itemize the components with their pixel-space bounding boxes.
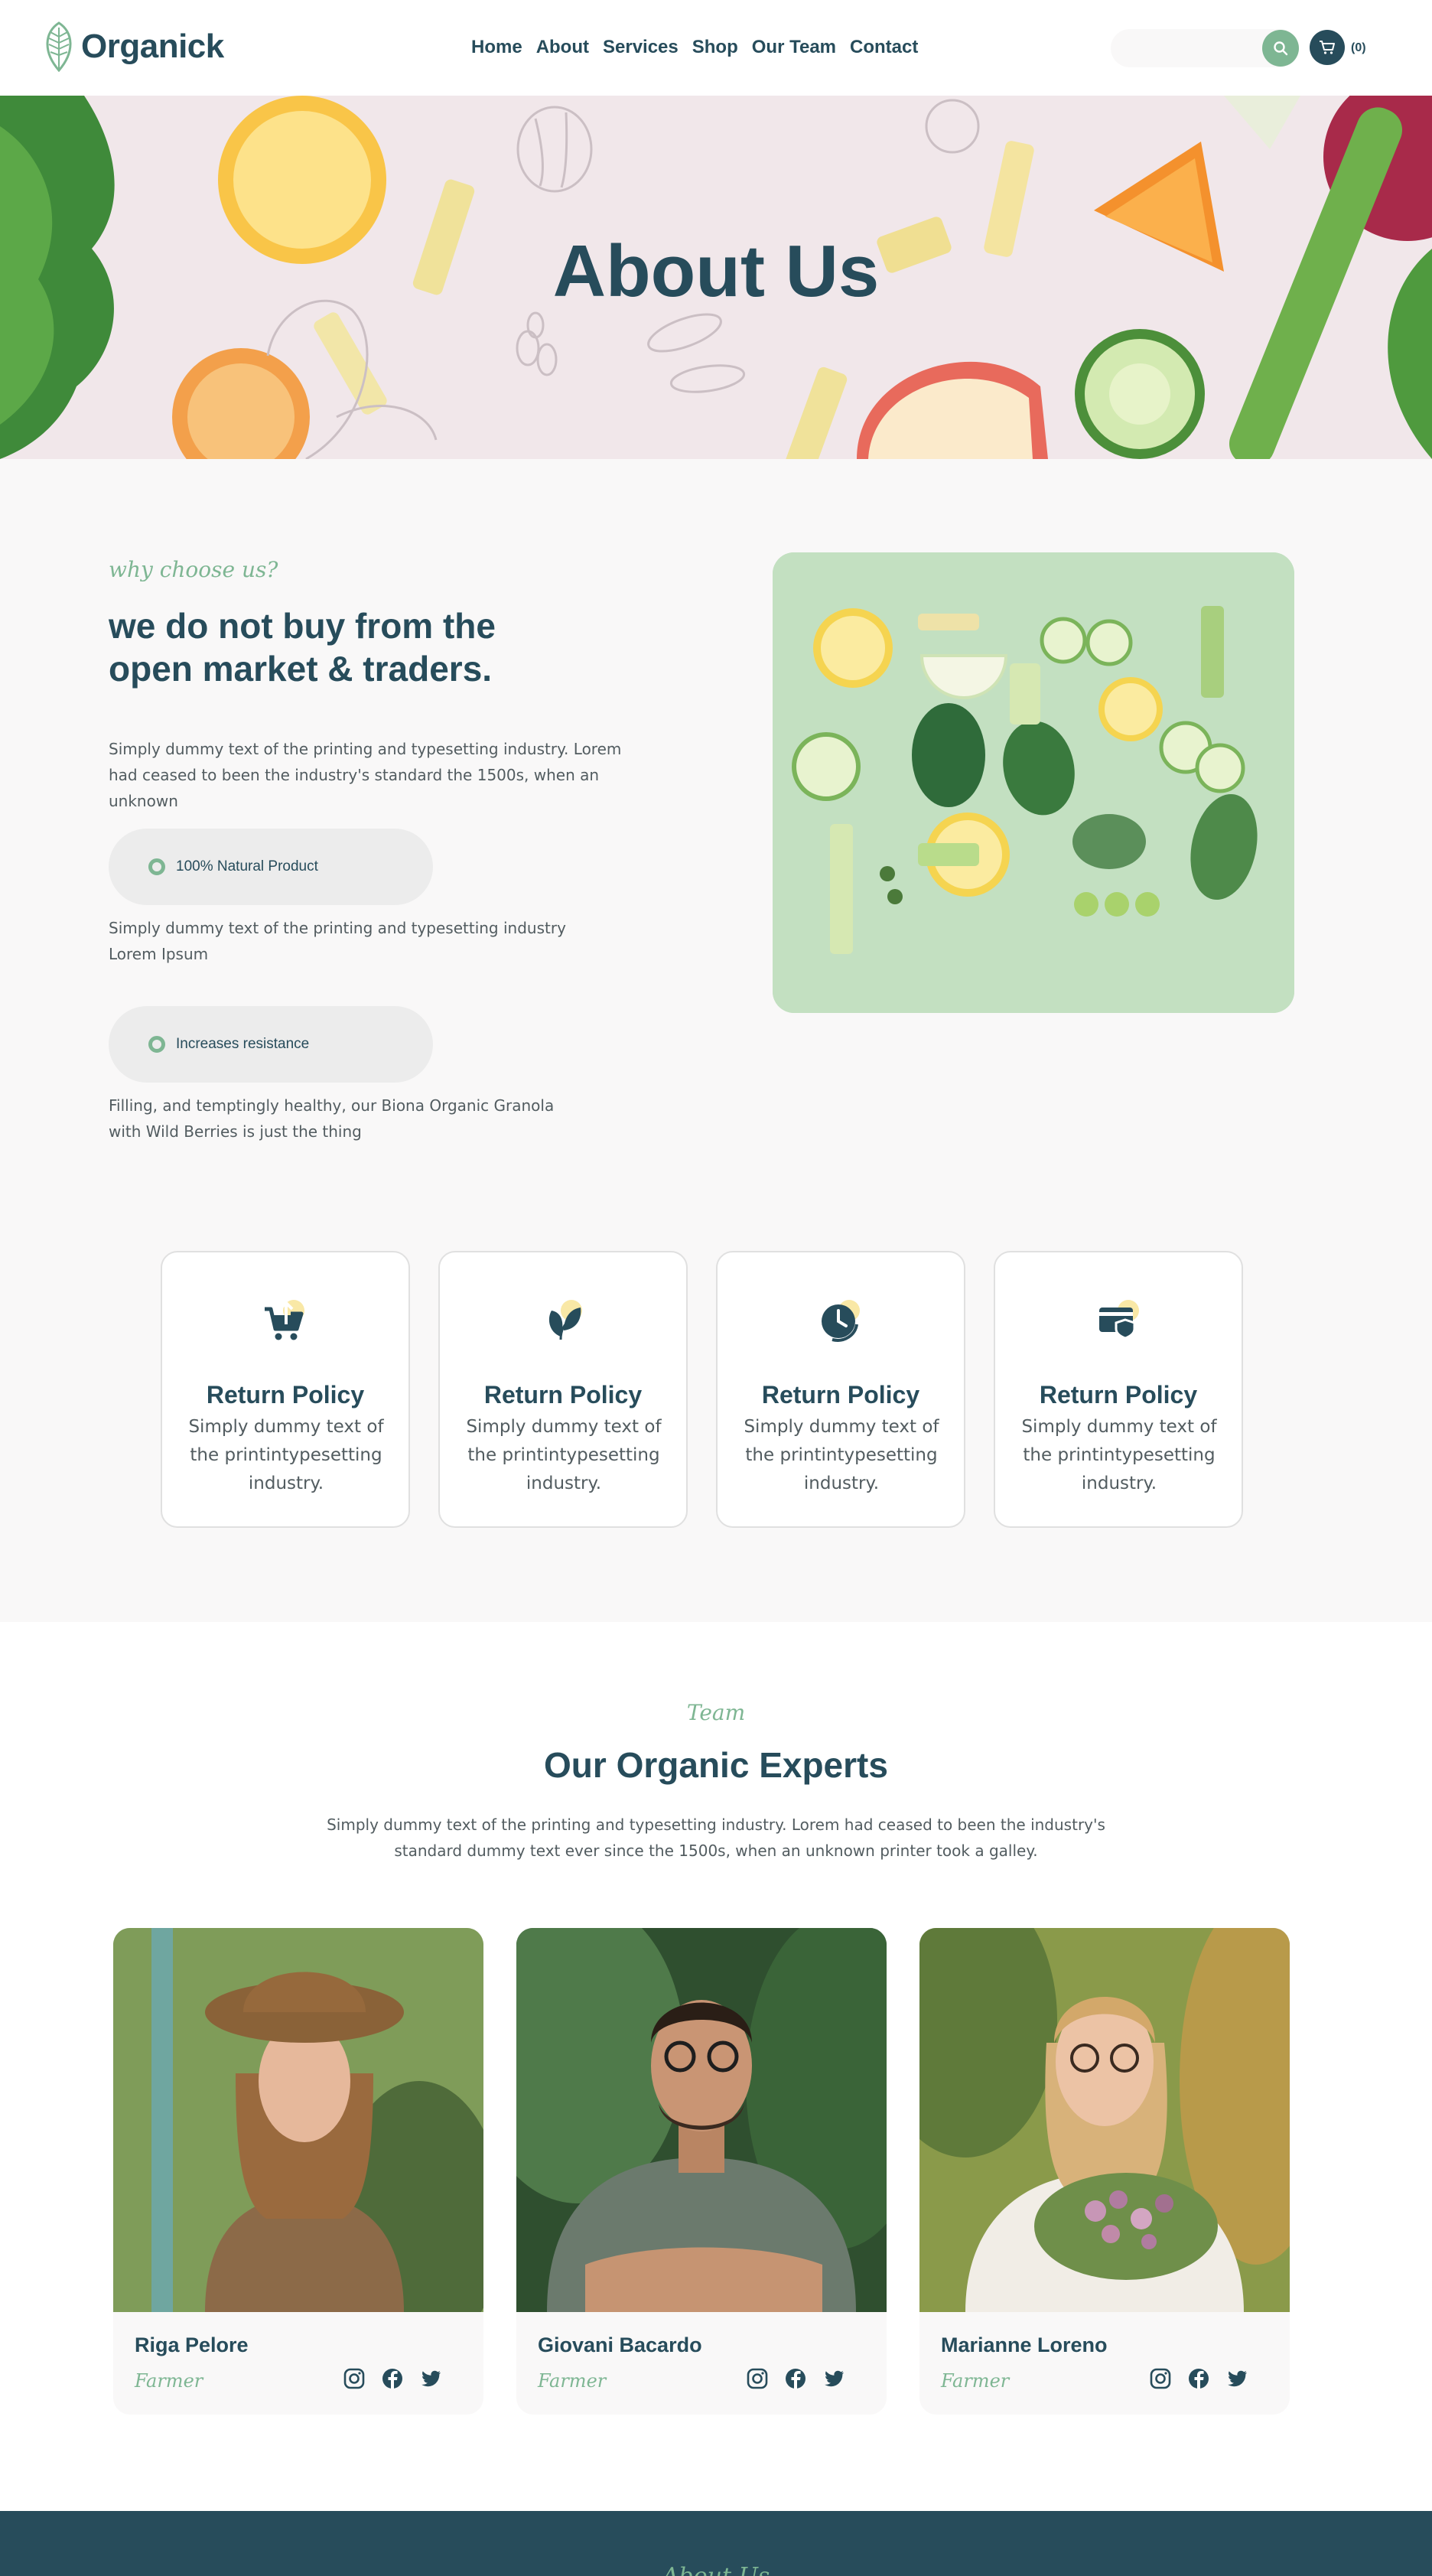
circle-bullet-icon [148, 858, 165, 875]
instagram-icon[interactable] [343, 2367, 366, 2390]
nav-home[interactable]: Home [471, 37, 522, 58]
social-links [1149, 2367, 1248, 2390]
member-photo [919, 1928, 1290, 2312]
cart-button[interactable] [1310, 30, 1345, 65]
instagram-icon[interactable] [1149, 2367, 1172, 2390]
why-subtitle: why choose us? [109, 557, 278, 582]
site-header: Organick Home About Services Shop Our Te… [0, 0, 1432, 96]
hero-banner: About Us [0, 96, 1432, 459]
nav-services[interactable]: Services [603, 37, 679, 58]
card-title: Return Policy [483, 1381, 643, 1408]
card-text: Simply dummy text of the printintypesett… [1021, 1417, 1217, 1493]
card-text: Simply dummy text of the printintypesett… [466, 1417, 662, 1493]
policy-card: Return Policy Simply dummy text of the p… [161, 1251, 410, 1528]
card-title: Return Policy [761, 1381, 920, 1408]
team-title: Our Organic Experts [544, 1745, 888, 1785]
card-text: Simply dummy text of the printintypesett… [188, 1417, 384, 1493]
instagram-icon[interactable] [746, 2367, 769, 2390]
why-description: Simply dummy text of the printing and ty… [109, 740, 622, 810]
card-text: Simply dummy text of the printintypesett… [744, 1417, 939, 1493]
circle-bullet-icon [148, 1036, 165, 1053]
nav-about[interactable]: About [536, 37, 589, 58]
social-links [343, 2367, 442, 2390]
nav-shop[interactable]: Shop [692, 37, 738, 58]
team-subtitle: Team [686, 1700, 746, 1725]
team-member-card: Giovani Bacardo Farmer [516, 1928, 887, 2415]
card-title: Return Policy [206, 1381, 365, 1408]
cart-count: (0) [1351, 41, 1366, 54]
twitter-icon[interactable] [1225, 2367, 1248, 2390]
card-title: Return Policy [1039, 1381, 1198, 1408]
feature-pill-resistance: Increases resistance [109, 1006, 433, 1083]
brand-name: Organick [81, 28, 224, 65]
member-name: Giovani Bacardo [538, 2333, 702, 2356]
nav-our-team[interactable]: Our Team [752, 37, 836, 58]
nav-contact[interactable]: Contact [850, 37, 918, 58]
why-choose-section: why choose us? we do not buy from the op… [0, 459, 1432, 1622]
team-member-card: Riga Pelore Farmer [113, 1928, 483, 2415]
twitter-icon[interactable] [822, 2367, 845, 2390]
feature-description: Simply dummy text of the printing and ty… [109, 919, 566, 963]
feature-pill-natural: 100% Natural Product [109, 829, 433, 905]
twitter-icon[interactable] [419, 2367, 442, 2390]
search-button[interactable] [1262, 30, 1299, 67]
feature-label: 100% Natural Product [176, 858, 318, 874]
member-photo [113, 1928, 483, 2312]
member-name: Riga Pelore [135, 2333, 249, 2356]
feature-label: Increases resistance [176, 1036, 310, 1052]
secure-card-icon [1099, 1300, 1139, 1340]
facebook-icon[interactable] [784, 2367, 807, 2390]
logo[interactable]: Organick [43, 21, 224, 72]
team-member-card: Marianne Loreno Farmer [919, 1928, 1290, 2415]
about-section-band: About Us [0, 2511, 1432, 2576]
member-photo [516, 1928, 887, 2312]
facebook-icon[interactable] [1187, 2367, 1210, 2390]
leaf-icon [548, 1300, 582, 1340]
search-input[interactable] [1120, 29, 1255, 67]
clock-icon [822, 1300, 860, 1342]
policy-card: Return Policy Simply dummy text of the p… [438, 1251, 688, 1528]
vegetables-image [773, 552, 1294, 1013]
policy-card: Return Policy Simply dummy text of the p… [716, 1251, 965, 1528]
member-role: Farmer [941, 2370, 1010, 2392]
policy-card: Return Policy Simply dummy text of the p… [994, 1251, 1243, 1528]
leaf-logo-icon [46, 21, 72, 72]
team-description: Simply dummy text of the printing and ty… [327, 1816, 1105, 1860]
cart-icon [1320, 41, 1335, 54]
main-nav: Home About Services Shop Our Team Contac… [471, 37, 918, 58]
why-title: we do not buy from the open market & tra… [109, 606, 496, 689]
social-links [746, 2367, 845, 2390]
cart-upload-icon [265, 1300, 304, 1340]
facebook-icon[interactable] [381, 2367, 404, 2390]
page-title: About Us [552, 230, 880, 312]
member-name: Marianne Loreno [941, 2333, 1108, 2356]
member-role: Farmer [538, 2370, 607, 2392]
search-icon [1274, 41, 1288, 56]
feature-description: Filling, and temptingly healthy, our Bio… [109, 1096, 555, 1141]
member-role: Farmer [135, 2370, 203, 2392]
section-subtitle: About Us [0, 2563, 1432, 2576]
